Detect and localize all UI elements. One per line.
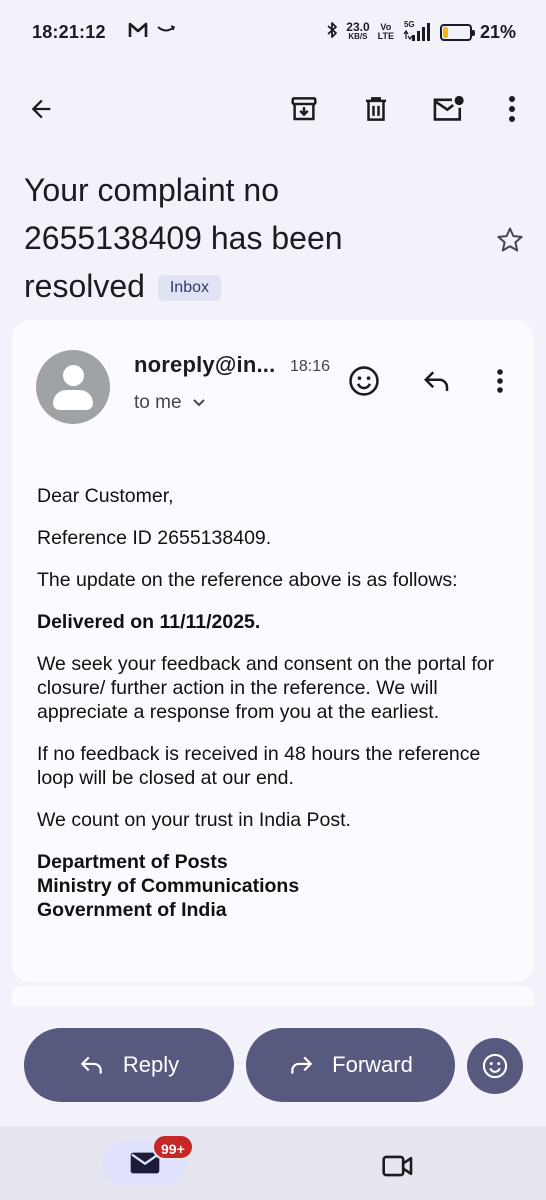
amazon-notification-icon (156, 23, 176, 41)
star-button[interactable] (486, 216, 534, 264)
mark-unread-button[interactable] (424, 85, 472, 133)
feedback-request: We seek your feedback and consent on the… (37, 653, 495, 723)
greeting: Dear Customer, (37, 485, 174, 507)
sender-avatar[interactable] (36, 350, 110, 424)
react-emoji-button[interactable] (467, 1038, 523, 1094)
status-right: 23.0 KB/S Vo LTE 5G 21% (326, 20, 516, 44)
nav-meet-tab[interactable] (374, 1142, 422, 1190)
signature-line-3: Government of India (37, 899, 227, 921)
bottom-navigation: 99+ (0, 1126, 546, 1200)
update-intro: The update on the reference above is as … (37, 569, 458, 591)
forward-button[interactable]: Forward (246, 1028, 455, 1102)
trust-line: We count on your trust in India Post. (37, 809, 351, 831)
reference-line: Reference ID 2655138409. (37, 527, 272, 549)
avatar-head-shape (63, 365, 84, 386)
chevron-down-icon (192, 399, 205, 407)
signature-line-2: Ministry of Communications (37, 875, 300, 897)
archive-button[interactable] (280, 85, 328, 133)
avatar-body-shape (53, 390, 93, 410)
auto-close-note: If no feedback is received in 48 hours t… (37, 743, 481, 789)
forward-label: Forward (332, 1052, 413, 1077)
recipient-toggle[interactable]: to me (134, 392, 206, 414)
archive-icon (291, 97, 317, 121)
bluetooth-icon (326, 21, 338, 44)
next-message-card-edge (12, 986, 534, 1006)
star-outline-icon (497, 227, 523, 252)
network-speed: 23.0 KB/S (346, 20, 370, 41)
message-more-button[interactable] (476, 357, 524, 405)
top-action-bar (0, 80, 546, 138)
more-options-button[interactable] (488, 85, 536, 133)
forward-icon (291, 1056, 313, 1074)
emoji-icon (349, 366, 379, 396)
signature-line-1: Department of Posts (37, 851, 228, 873)
sender-name[interactable]: noreply@in... (134, 352, 275, 378)
reply-button[interactable]: Reply (24, 1028, 234, 1102)
inbox-label-badge[interactable]: Inbox (157, 275, 221, 301)
volte-bottom: LTE (377, 31, 394, 41)
more-vert-icon (497, 369, 503, 393)
message-time: 18:16 (290, 358, 331, 375)
network-speed-value: 23.0 (346, 20, 370, 34)
network-type: 5G (403, 20, 415, 29)
volte-indicator: Vo LTE (378, 23, 394, 41)
status-time: 18:21:12 (32, 21, 106, 42)
arrow-back-icon (31, 99, 51, 119)
status-bar: 18:21:12 23.0 KB/S Vo LTE 5G 21% (0, 0, 546, 64)
more-vert-icon (509, 96, 515, 122)
mail-unread-icon (433, 95, 464, 121)
battery-icon (439, 23, 475, 41)
battery-percent: 21% (479, 21, 516, 42)
message-card: noreply@in... 18:16 to me Dear Customer,… (12, 320, 534, 982)
trash-icon (366, 97, 386, 121)
reply-icon (80, 1056, 102, 1074)
gmail-notification-icon (128, 22, 148, 43)
video-camera-icon (382, 1155, 413, 1177)
back-button[interactable] (17, 85, 65, 133)
status-left: 18:21:12 (32, 22, 176, 43)
reply-icon (423, 371, 449, 391)
signal-5g-icon: 5G (402, 20, 432, 42)
status-line: Delivered on 11/11/2025. (37, 611, 261, 633)
email-subject: Your complaint no 2655138409 has been re… (24, 166, 454, 310)
recipient-label: to me (134, 392, 182, 413)
reply-label: Reply (122, 1052, 180, 1077)
delete-button[interactable] (352, 85, 400, 133)
unread-count-badge: 99+ (152, 1134, 194, 1160)
add-reaction-button[interactable] (340, 357, 388, 405)
battery-level-fill (442, 26, 449, 38)
email-body: Dear Customer, Reference ID 2655138409. … (37, 484, 517, 922)
reply-inline-button[interactable] (413, 357, 461, 405)
emoji-icon (482, 1053, 508, 1079)
network-speed-unit: KB/S (348, 32, 368, 41)
